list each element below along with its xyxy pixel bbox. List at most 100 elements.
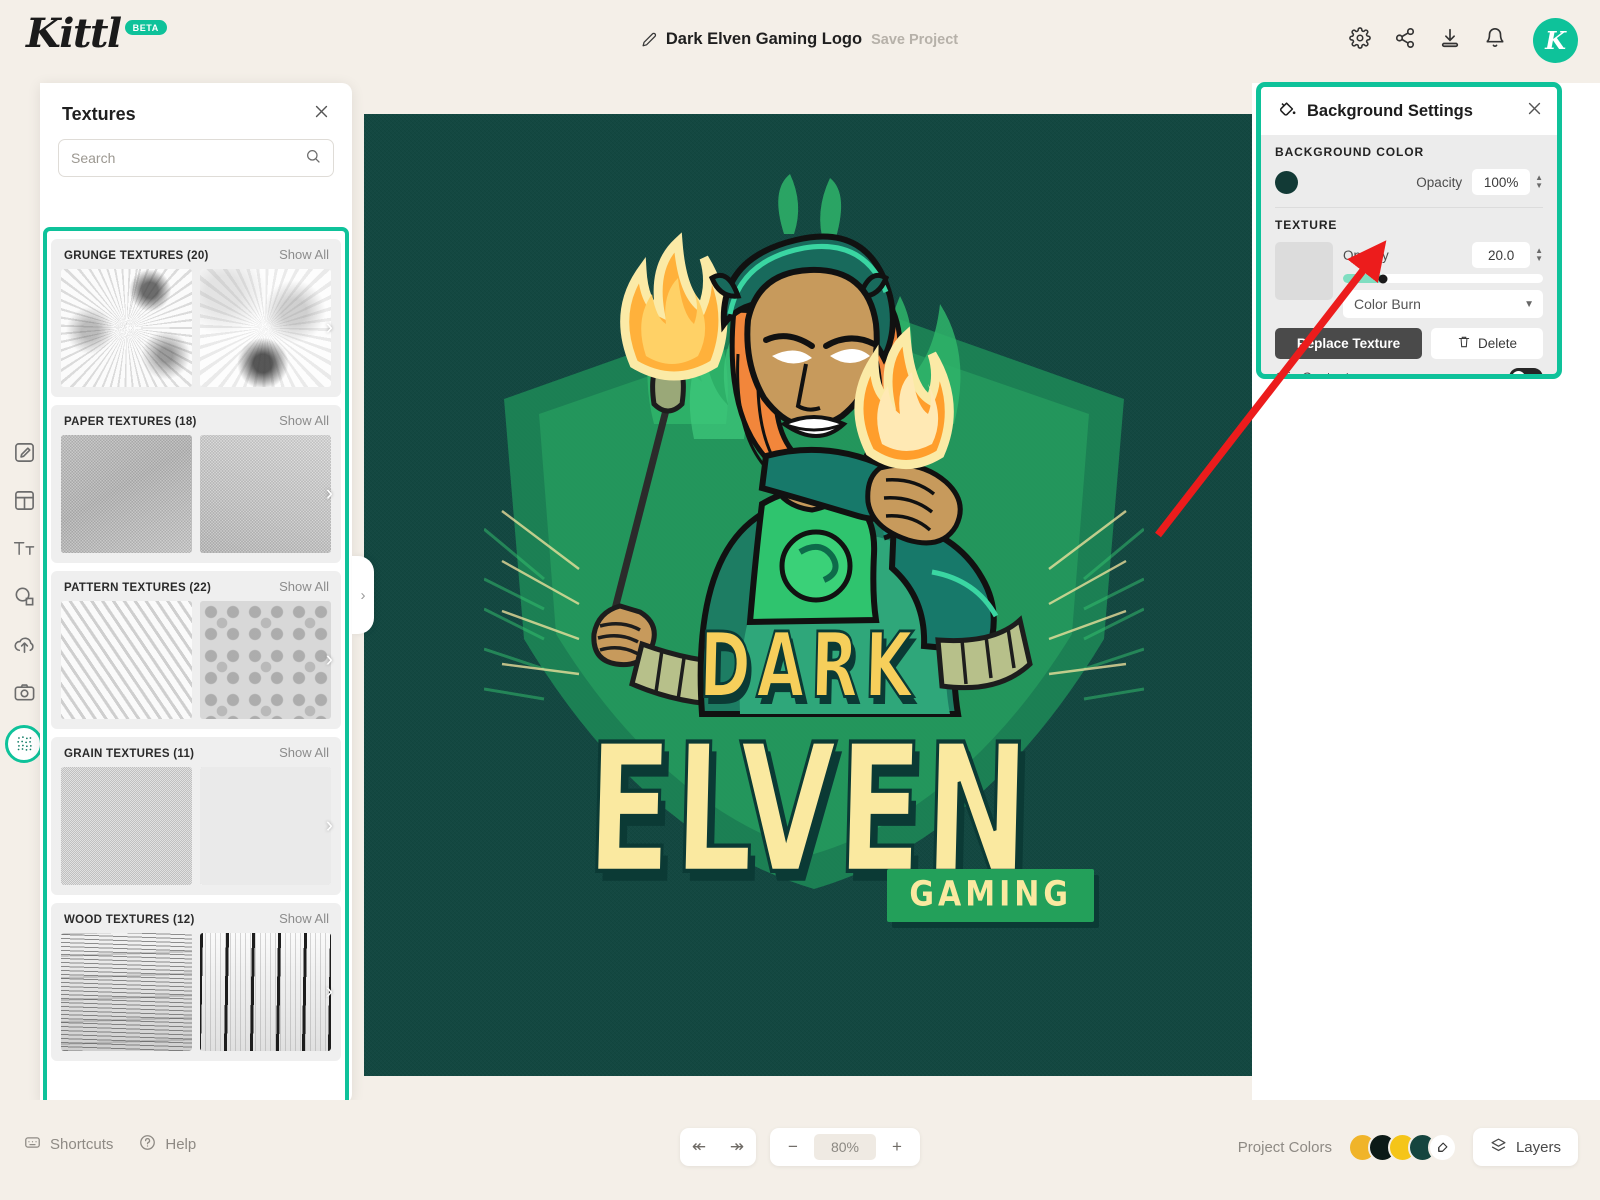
- zoom-in-button[interactable]: +: [878, 1128, 916, 1166]
- category-header: PAPER TEXTURES (18) Show All: [57, 413, 335, 435]
- chevron-right-icon[interactable]: ›: [326, 813, 333, 836]
- sidebar-item-uploads[interactable]: [9, 629, 40, 660]
- texture-opacity-stepper[interactable]: ▲ ▼: [1535, 247, 1543, 263]
- sidebar-item-photos[interactable]: [9, 677, 40, 708]
- top-actions: K: [1349, 18, 1578, 63]
- sidebar-item-textures[interactable]: [5, 724, 43, 763]
- bg-opacity-input[interactable]: 100%: [1472, 169, 1531, 195]
- settings-icon[interactable]: [1349, 27, 1371, 54]
- texture-thumb[interactable]: [61, 435, 192, 553]
- texture-categories-list[interactable]: GRUNGE TEXTURES (20) Show All › PAPER TE…: [43, 227, 349, 1139]
- search-icon[interactable]: [305, 148, 321, 169]
- texture-thumb[interactable]: [200, 933, 331, 1051]
- project-title-group[interactable]: Dark Elven Gaming Logo Save Project: [642, 30, 958, 49]
- bg-opacity-label: Opacity: [1416, 174, 1463, 190]
- search-box[interactable]: [58, 139, 334, 177]
- color-picker-icon[interactable]: [1427, 1132, 1457, 1162]
- texture-thumb[interactable]: [61, 269, 192, 387]
- texture-thumb[interactable]: [200, 601, 331, 719]
- category-header: WOOD TEXTURES (12) Show All: [57, 911, 335, 933]
- close-icon[interactable]: [313, 103, 330, 125]
- shortcuts-label: Shortcuts: [50, 1136, 114, 1153]
- close-icon[interactable]: [1526, 100, 1543, 122]
- textures-panel-header: Textures: [40, 83, 352, 133]
- delete-label: Delete: [1477, 336, 1518, 351]
- category-header: PATTERN TEXTURES (22) Show All: [57, 579, 335, 601]
- panel-title: Textures: [62, 103, 136, 124]
- texture-category: GRAIN TEXTURES (11) Show All ›: [51, 737, 341, 895]
- texture-category: PATTERN TEXTURES (22) Show All ›: [51, 571, 341, 729]
- category-name: PAPER TEXTURES (18): [64, 416, 197, 428]
- beta-badge: BETA: [124, 20, 167, 35]
- sidebar-item-templates[interactable]: [9, 485, 40, 516]
- show-all-link[interactable]: Show All: [279, 911, 329, 926]
- save-project-button[interactable]: Save Project: [871, 32, 958, 48]
- delete-texture-button[interactable]: Delete: [1431, 328, 1543, 359]
- background-settings-title: Background Settings: [1307, 101, 1473, 120]
- project-colors-swatches: [1347, 1132, 1457, 1162]
- show-all-link[interactable]: Show All: [279, 247, 329, 262]
- download-icon[interactable]: [1439, 27, 1461, 54]
- zoom-pill: − 80% +: [770, 1128, 920, 1166]
- layers-label: Layers: [1515, 1138, 1561, 1156]
- layers-icon: [1490, 1137, 1507, 1158]
- chevron-right-icon[interactable]: ›: [326, 647, 333, 670]
- brand-name: Kittl: [26, 10, 122, 57]
- layers-button[interactable]: Layers: [1472, 1128, 1578, 1166]
- history-controls: ↞ ↠: [680, 1128, 756, 1166]
- show-all-link[interactable]: Show All: [279, 579, 329, 594]
- top-bar: Kittl BETA Dark Elven Gaming Logo Save P…: [0, 0, 1600, 83]
- search-input[interactable]: [71, 150, 305, 166]
- shortcuts-button[interactable]: Shortcuts: [24, 1134, 113, 1155]
- texture-thumb[interactable]: [200, 767, 331, 885]
- thumb-row: [57, 269, 335, 387]
- bottom-bar: Shortcuts Help ↞ ↠ − 80% + Project Color…: [0, 1100, 1600, 1200]
- pencil-icon[interactable]: [642, 32, 657, 47]
- texture-thumb[interactable]: [61, 601, 192, 719]
- texture-thumb[interactable]: [61, 767, 192, 885]
- paint-bucket-icon: [1277, 99, 1297, 124]
- category-name: GRUNGE TEXTURES (20): [64, 250, 209, 262]
- texture-thumb[interactable]: [61, 933, 192, 1051]
- category-name: WOOD TEXTURES (12): [64, 914, 195, 926]
- texture-opacity-input[interactable]: 20.0: [1472, 242, 1531, 268]
- undo-button[interactable]: ↞: [680, 1128, 718, 1166]
- zoom-out-button[interactable]: −: [774, 1128, 812, 1166]
- thumb-row: [57, 435, 335, 553]
- redo-button[interactable]: ↠: [718, 1128, 756, 1166]
- texture-category: WOOD TEXTURES (12) Show All ›: [51, 903, 341, 1061]
- design-canvas[interactable]: DARK ELVEN GAMING: [364, 114, 1254, 1076]
- chevron-right-icon[interactable]: ›: [326, 315, 333, 338]
- panel-collapse-toggle[interactable]: ›: [352, 556, 374, 634]
- keyboard-icon: [24, 1134, 41, 1155]
- help-icon: [139, 1134, 156, 1155]
- texture-category: GRUNGE TEXTURES (20) Show All ›: [51, 239, 341, 397]
- sidebar-item-elements[interactable]: [9, 581, 40, 612]
- category-header: GRAIN TEXTURES (11) Show All: [57, 745, 335, 767]
- show-all-link[interactable]: Show All: [279, 745, 329, 760]
- chevron-right-icon[interactable]: ›: [326, 481, 333, 504]
- chevron-right-icon[interactable]: ›: [326, 979, 333, 1002]
- help-label: Help: [165, 1136, 197, 1153]
- sidebar-item-text[interactable]: [9, 533, 40, 564]
- bg-opacity-stepper[interactable]: ▲ ▼: [1535, 174, 1543, 190]
- texture-thumb[interactable]: [200, 435, 331, 553]
- notifications-icon[interactable]: [1484, 27, 1506, 54]
- clip-content-toggle[interactable]: [1509, 368, 1543, 374]
- help-button[interactable]: Help: [139, 1134, 196, 1155]
- bottom-right-group: Project Colors Layers: [1238, 1128, 1578, 1166]
- avatar[interactable]: K: [1533, 18, 1578, 63]
- brand-logo[interactable]: Kittl BETA: [26, 12, 167, 56]
- zoom-level-value[interactable]: 80%: [814, 1134, 876, 1160]
- category-name: PATTERN TEXTURES (22): [64, 582, 212, 594]
- share-icon[interactable]: [1394, 27, 1416, 54]
- gaming-badge-label: GAMING: [909, 874, 1072, 915]
- zoom-controls: ↞ ↠ − 80% +: [680, 1128, 920, 1166]
- show-all-link[interactable]: Show All: [279, 413, 329, 428]
- sidebar-item-design[interactable]: [9, 437, 40, 468]
- category-header: GRUNGE TEXTURES (20) Show All: [57, 247, 335, 269]
- texture-thumb[interactable]: [200, 269, 331, 387]
- trash-icon: [1457, 335, 1471, 352]
- background-color-swatch[interactable]: [1275, 170, 1298, 194]
- texture-category: PAPER TEXTURES (18) Show All ›: [51, 405, 341, 563]
